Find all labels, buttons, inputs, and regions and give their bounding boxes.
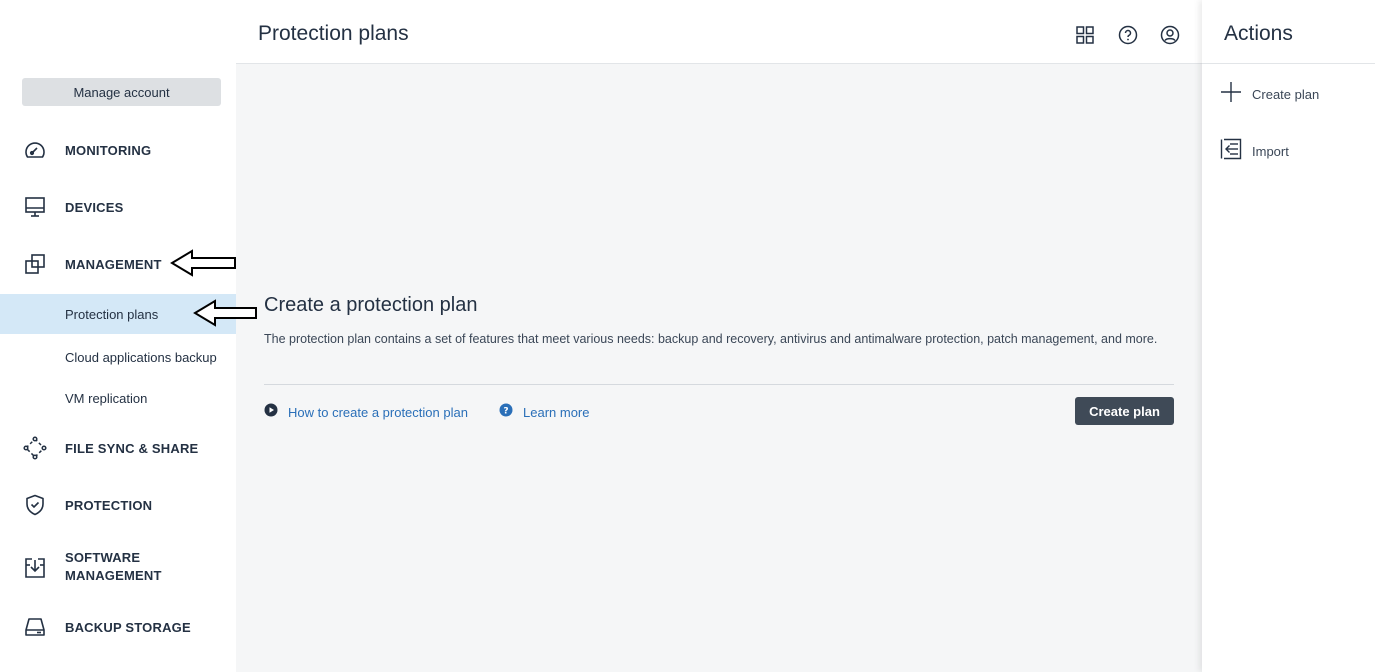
sidebar-sub-vm-replication[interactable]: VM replication bbox=[0, 378, 236, 418]
how-to-video-link[interactable]: How to create a protection plan bbox=[264, 403, 468, 422]
nav-label: MANAGEMENT bbox=[65, 256, 162, 272]
action-label: Import bbox=[1252, 144, 1289, 159]
plus-icon bbox=[1220, 81, 1242, 108]
nav-label: FILE SYNC & SHARE bbox=[65, 440, 199, 456]
nav-label: DEVICES bbox=[65, 199, 124, 215]
manage-account-button[interactable]: Manage account bbox=[22, 78, 221, 106]
annotation-arrow-icon bbox=[193, 299, 257, 327]
nav-item-devices[interactable]: DEVICES bbox=[0, 187, 236, 227]
actions-divider bbox=[1202, 63, 1375, 64]
nav-label-line2: MANAGEMENT bbox=[65, 568, 162, 583]
nav-item-file-sync-share[interactable]: FILE SYNC & SHARE bbox=[0, 428, 236, 468]
nav-label-line1: SOFTWARE bbox=[65, 550, 141, 565]
actions-title: Actions bbox=[1224, 22, 1293, 45]
gauge-icon bbox=[22, 137, 48, 163]
nav-item-software-management[interactable]: SOFTWARE MANAGEMENT bbox=[0, 546, 236, 590]
shield-check-icon bbox=[22, 492, 48, 518]
apps-grid-icon[interactable] bbox=[1074, 24, 1096, 46]
divider bbox=[264, 384, 1174, 385]
import-icon bbox=[1220, 138, 1242, 165]
sidebar-sub-cloud-applications-backup[interactable]: Cloud applications backup bbox=[0, 337, 236, 377]
action-label: Create plan bbox=[1252, 87, 1320, 102]
main-content: Protection plans Create a protection pla… bbox=[236, 0, 1202, 672]
sub-item-label: Protection plans bbox=[65, 306, 159, 322]
empty-state-description: The protection plan contains a set of fe… bbox=[264, 332, 1158, 346]
nav-item-backup-storage[interactable]: BACKUP STORAGE bbox=[0, 607, 236, 647]
how-to-link-text: How to create a protection plan bbox=[288, 405, 468, 420]
question-circle-icon: ? bbox=[499, 403, 513, 422]
nav-label: PROTECTION bbox=[65, 497, 153, 513]
nav-label: BACKUP STORAGE bbox=[65, 619, 191, 635]
file-sync-icon bbox=[22, 435, 48, 461]
storage-drive-icon bbox=[22, 614, 48, 640]
nav-item-protection[interactable]: PROTECTION bbox=[0, 485, 236, 525]
top-bar: Protection plans bbox=[236, 0, 1202, 64]
create-plan-button[interactable]: Create plan bbox=[1075, 397, 1174, 425]
annotation-arrow-icon bbox=[170, 249, 236, 277]
nav-label: MONITORING bbox=[65, 142, 152, 158]
software-download-icon bbox=[22, 555, 48, 581]
nav-item-monitoring[interactable]: MONITORING bbox=[0, 130, 236, 170]
empty-state-title: Create a protection plan bbox=[264, 294, 478, 316]
user-account-icon[interactable] bbox=[1159, 24, 1181, 46]
svg-text:?: ? bbox=[503, 407, 508, 417]
action-import[interactable]: Import bbox=[1220, 138, 1289, 165]
action-create-plan[interactable]: Create plan bbox=[1220, 81, 1319, 108]
sub-item-label: VM replication bbox=[65, 390, 148, 406]
sub-item-label: Cloud applications backup bbox=[65, 349, 217, 365]
help-icon[interactable] bbox=[1117, 24, 1139, 46]
actions-panel: Actions Create plan Import bbox=[1202, 0, 1375, 672]
page-title: Protection plans bbox=[258, 22, 409, 45]
play-icon bbox=[264, 403, 278, 422]
learn-more-link[interactable]: ? Learn more bbox=[499, 403, 589, 422]
monitor-icon bbox=[22, 194, 48, 220]
learn-more-link-text: Learn more bbox=[523, 405, 590, 420]
management-icon bbox=[22, 251, 48, 277]
sidebar: Manage account MONITORING DEVICES MANAGE… bbox=[0, 0, 236, 672]
